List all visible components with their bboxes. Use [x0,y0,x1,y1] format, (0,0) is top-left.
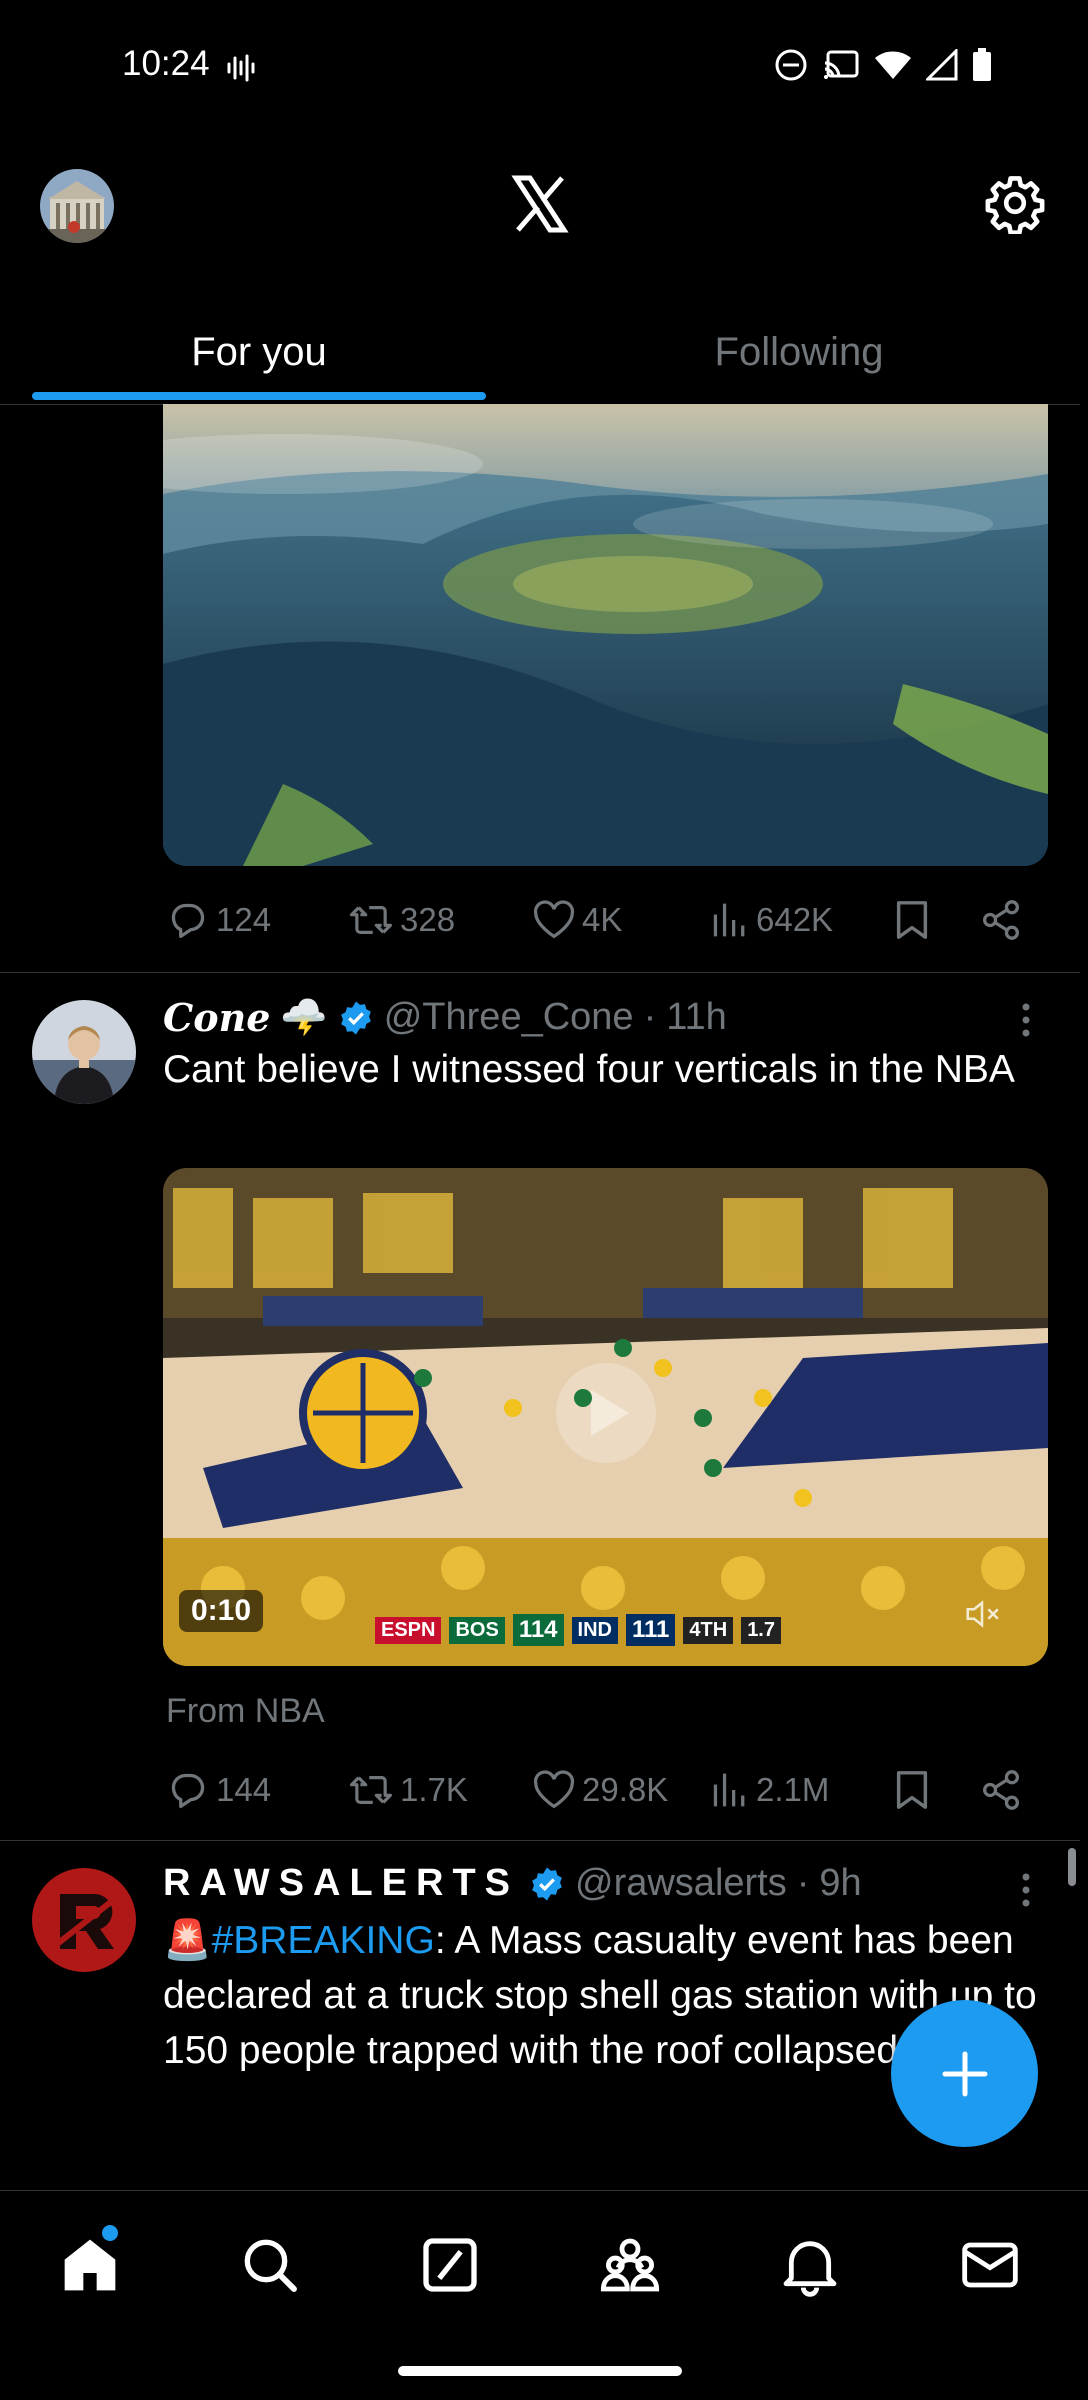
reply-count: 144 [216,1771,272,1808]
signal-icon [926,49,958,81]
scoreboard-network: ESPN [375,1616,442,1644]
wifi-icon [874,50,912,80]
status-icons [774,48,992,82]
repost-button[interactable]: 328 [348,900,455,940]
timeline-tabs: For you Following [0,300,1080,405]
heart-icon [532,1770,576,1810]
like-count: 29.8K [582,1771,669,1808]
repost-icon [348,1770,394,1810]
heart-icon [532,900,576,940]
battery-icon [972,48,992,82]
home-icon[interactable] [58,2225,122,2297]
reply-count: 124 [216,901,272,938]
reply-button[interactable]: 124 [166,900,271,940]
share-button[interactable] [980,1770,1022,1810]
author-handle[interactable]: @rawsalerts [575,1862,787,1905]
scoreboard-team2: IND [571,1616,618,1644]
repost-button[interactable]: 1.7K [348,1770,468,1810]
scoreboard-clock: 1.7 [741,1616,781,1644]
scoreboard: ESPN BOS 114 IND 111 4TH 1.7 [375,1606,835,1654]
tweet-time: 9h [819,1862,862,1904]
alert-emoji: 🚨 [163,1919,212,1962]
bookmark-icon [892,1769,932,1811]
tweet-video[interactable] [163,1168,1048,1666]
tweet-actions: 124 328 4K 642K [0,890,1088,950]
weather-emoji: 🌩️ [280,996,328,1039]
share-button[interactable] [980,900,1022,940]
mute-icon[interactable] [963,1596,1001,1632]
share-icon [980,1770,1022,1810]
like-button[interactable]: 4K [532,900,622,940]
separator-dot: · [796,1862,810,1904]
home-indicator[interactable] [398,2366,682,2376]
bell-icon[interactable] [778,2233,842,2297]
views-icon [710,1770,750,1810]
separator-dot: · [643,996,657,1038]
scrollbar-thumb[interactable] [1068,1848,1076,1886]
home-notification-badge [102,2225,118,2241]
tweet-header: Cone 🌩️ @Three_Cone · 11h [163,995,727,1040]
like-count: 4K [582,901,623,938]
author-name[interactable]: RAWSALERTS [163,1862,519,1905]
tab-following[interactable]: Following [540,300,1058,404]
grok-icon[interactable] [418,2233,482,2297]
repost-count: 1.7K [400,1771,468,1808]
tweet-divider [0,972,1080,973]
repost-icon [348,900,394,940]
tweet-header: RAWSALERTS @rawsalerts · 9h [163,1862,862,1905]
active-tab-indicator [32,392,486,400]
bookmark-icon [892,899,932,941]
views-icon [710,900,750,940]
reply-button[interactable]: 144 [166,1770,271,1810]
compose-button[interactable] [891,2000,1038,2147]
scoreboard-quarter: 4TH [683,1616,734,1644]
scoreboard-score1: 114 [512,1614,564,1646]
dnd-icon [774,48,808,82]
views-button[interactable]: 2.1M [710,1770,829,1810]
tab-for-you[interactable]: For you [0,300,518,404]
bookmark-button[interactable] [892,1769,932,1811]
more-options-icon[interactable] [1021,1002,1031,1038]
share-icon [980,900,1022,940]
tweet-time: 11h [666,996,727,1038]
tweet-actions: 144 1.7K 29.8K 2.1M [0,1760,1088,1820]
cast-icon [822,49,860,81]
verified-badge-icon [338,1000,374,1036]
voice-activity-icon [226,54,256,82]
verified-badge-icon [529,1866,565,1902]
communities-icon[interactable] [598,2233,662,2297]
tweet-text: Cant believe I witnessed four verticals … [163,1048,1015,1091]
reply-icon [166,900,210,940]
bottom-navigation [0,2190,1088,2341]
search-icon[interactable] [238,2233,302,2297]
like-button[interactable]: 29.8K [532,1770,668,1810]
tweet-image[interactable] [163,404,1048,866]
author-handle[interactable]: @Three_Cone [384,996,634,1039]
repost-count: 328 [400,901,456,938]
tweet-divider [0,1840,1080,1841]
scoreboard-score2: 111 [625,1614,676,1646]
tweet-source[interactable]: From NBA [166,1692,325,1731]
mail-icon[interactable] [958,2233,1022,2297]
hashtag-link[interactable]: #BREAKING [212,1919,435,1962]
more-options-icon[interactable] [1021,1872,1031,1908]
tweet-avatar[interactable] [32,1000,136,1104]
author-name[interactable]: Cone [163,995,270,1040]
plus-icon [941,2050,989,2098]
views-count: 642K [756,901,834,938]
scoreboard-team1: BOS [449,1616,505,1644]
status-time: 10:24 [122,44,210,83]
gear-icon[interactable] [984,172,1046,234]
video-duration: 0:10 [179,1590,264,1632]
views-button[interactable]: 642K [710,900,833,940]
x-logo-icon[interactable] [510,174,570,234]
tweet-avatar[interactable] [32,1868,136,1972]
views-count: 2.1M [756,1771,830,1808]
bookmark-button[interactable] [892,899,932,941]
profile-avatar[interactable] [40,169,114,243]
reply-icon [166,1770,210,1810]
